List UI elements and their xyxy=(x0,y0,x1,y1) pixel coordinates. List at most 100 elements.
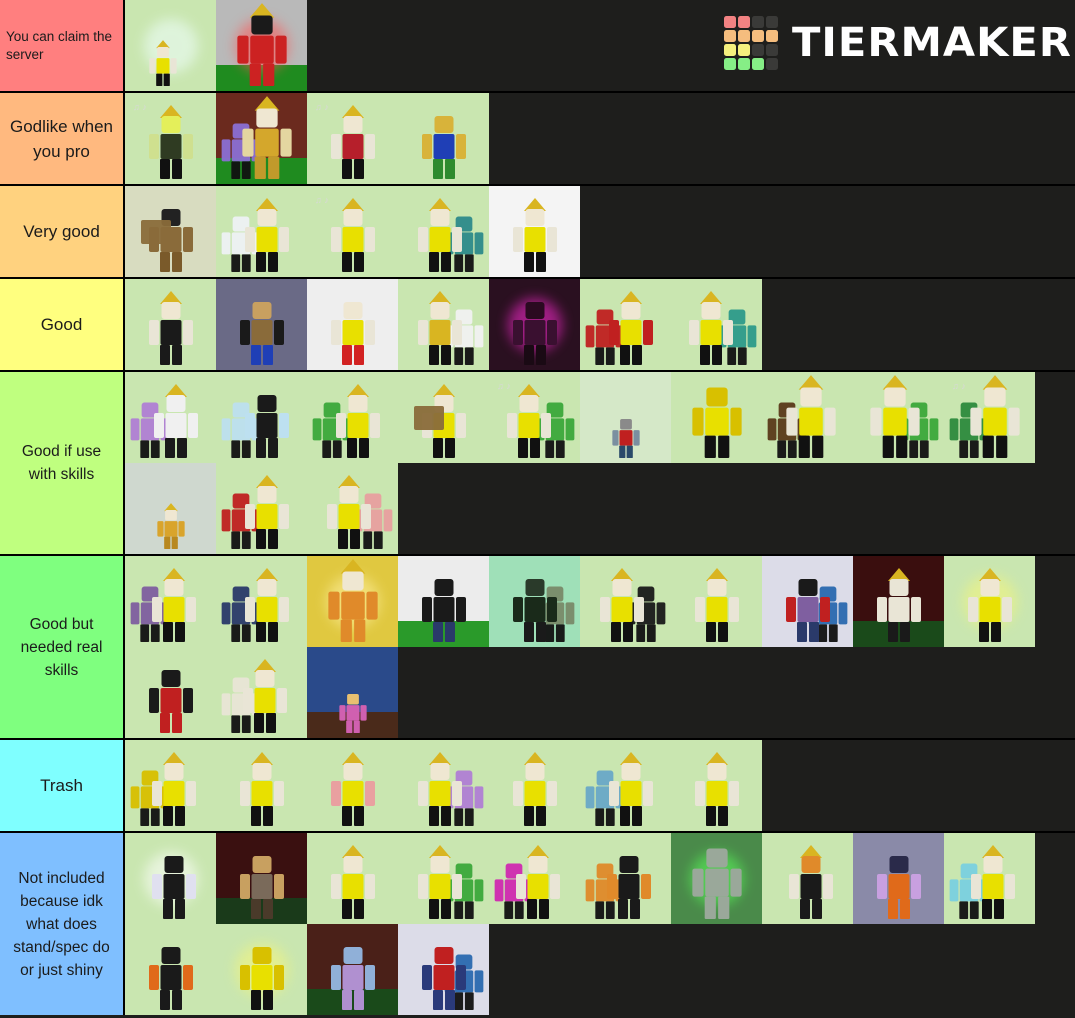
item-claim-1[interactable] xyxy=(125,0,216,91)
item-notinc-10[interactable] xyxy=(944,833,1035,924)
item-skills-13[interactable] xyxy=(307,463,398,554)
item-notinc-4[interactable] xyxy=(398,833,489,924)
item-good-4[interactable] xyxy=(398,279,489,370)
tier-label-tier-good-if-skills[interactable]: Good if use with skills xyxy=(0,372,125,554)
tier-label-tier-good[interactable]: Good xyxy=(0,279,125,370)
tier-label-tier-good-real-skills[interactable]: Good but needed real skills xyxy=(0,556,125,738)
item-good-6[interactable] xyxy=(580,279,671,370)
item-skills-5[interactable]: ♫ ♪ xyxy=(489,372,580,463)
item-verygood-5[interactable] xyxy=(489,186,580,277)
avatar-arm-right xyxy=(474,879,483,902)
avatar-arm-left xyxy=(222,602,231,625)
item-realskills-13[interactable] xyxy=(307,647,398,738)
item-skills-1[interactable] xyxy=(125,372,216,463)
item-notinc-1[interactable] xyxy=(125,833,216,924)
item-realskills-2[interactable] xyxy=(216,556,307,647)
item-verygood-2[interactable] xyxy=(216,186,307,277)
item-trash-2[interactable] xyxy=(216,740,307,831)
item-godlike-1[interactable]: ♫ ♪ xyxy=(125,93,216,184)
item-trash-3[interactable] xyxy=(307,740,398,831)
avatar-arm-left xyxy=(244,413,255,438)
item-skills-12[interactable] xyxy=(216,463,307,554)
item-notinc-11[interactable] xyxy=(125,924,216,1015)
item-notinc-13[interactable] xyxy=(307,924,398,1015)
item-notinc-6[interactable] xyxy=(580,833,671,924)
item-realskills-3[interactable] xyxy=(307,556,398,647)
item-skills-11[interactable] xyxy=(125,463,216,554)
item-good-3[interactable] xyxy=(307,279,398,370)
avatar-torso xyxy=(342,781,363,806)
item-skills-4[interactable] xyxy=(398,372,489,463)
avatar-leg-left xyxy=(504,901,514,919)
item-realskills-6[interactable] xyxy=(580,556,671,647)
tier-label-tier-not-included[interactable]: Not included because idk what does stand… xyxy=(0,833,125,1015)
item-verygood-4[interactable] xyxy=(398,186,489,277)
item-good-2[interactable] xyxy=(216,279,307,370)
avatar-head xyxy=(164,509,177,521)
avatar-arm-right xyxy=(364,781,375,806)
item-trash-4[interactable] xyxy=(398,740,489,831)
item-realskills-5[interactable] xyxy=(489,556,580,647)
item-realskills-4[interactable] xyxy=(398,556,489,647)
item-notinc-9[interactable] xyxy=(853,833,944,924)
tier-items-tier-not-included[interactable] xyxy=(125,833,1075,1015)
item-verygood-3[interactable]: ♫ ♪ xyxy=(307,186,398,277)
item-notinc-3[interactable] xyxy=(307,833,398,924)
tier-items-tier-godlike[interactable]: ♫ ♪ ♫ ♪ xyxy=(125,93,1075,184)
tier-label-tier-godlike[interactable]: Godlike when you pro xyxy=(0,93,125,184)
tier-label-tier-claim-server[interactable]: You can claim the server xyxy=(0,0,125,91)
item-good-5[interactable] xyxy=(489,279,580,370)
item-good-7[interactable] xyxy=(671,279,762,370)
item-skills-9[interactable] xyxy=(853,372,944,463)
item-claim-2[interactable] xyxy=(216,0,307,91)
tier-items-tier-good-if-skills[interactable]: ♫ ♪ ♫ ♪ xyxy=(125,372,1075,554)
tier-items-tier-very-good[interactable]: ♫ ♪ xyxy=(125,186,1075,277)
avatar-arm-right xyxy=(273,965,284,990)
avatar-arm-left xyxy=(691,407,704,436)
item-realskills-11[interactable] xyxy=(125,647,216,738)
item-verygood-1[interactable] xyxy=(125,186,216,277)
item-notinc-2[interactable] xyxy=(216,833,307,924)
item-godlike-2[interactable] xyxy=(216,93,307,184)
tier-items-tier-good-real-skills[interactable] xyxy=(125,556,1075,738)
item-skills-3[interactable] xyxy=(307,372,398,463)
item-notinc-5[interactable] xyxy=(489,833,580,924)
item-notinc-12[interactable] xyxy=(216,924,307,1015)
avatar-arm-right xyxy=(546,227,557,252)
roblox-avatar xyxy=(239,845,285,919)
item-realskills-9[interactable] xyxy=(853,556,944,647)
item-trash-7[interactable] xyxy=(671,740,762,831)
item-skills-7[interactable] xyxy=(671,372,762,463)
avatar-leg-left xyxy=(255,529,266,549)
item-skills-8[interactable] xyxy=(762,372,853,463)
item-notinc-8[interactable] xyxy=(762,833,853,924)
item-realskills-12[interactable] xyxy=(216,647,307,738)
item-realskills-7[interactable] xyxy=(671,556,762,647)
item-trash-1[interactable] xyxy=(125,740,216,831)
item-trash-5[interactable] xyxy=(489,740,580,831)
item-good-1[interactable] xyxy=(125,279,216,370)
item-realskills-8[interactable] xyxy=(762,556,853,647)
item-realskills-1[interactable] xyxy=(125,556,216,647)
item-skills-10[interactable]: ♫ ♪ xyxy=(944,372,1035,463)
item-trash-6[interactable] xyxy=(580,740,671,831)
avatar-arm-left xyxy=(512,227,523,252)
avatar-leg-right xyxy=(440,252,451,272)
avatar-arm-right xyxy=(364,227,375,252)
item-realskills-10[interactable] xyxy=(944,556,1035,647)
tier-items-tier-good[interactable] xyxy=(125,279,1075,370)
tier-items-tier-trash[interactable] xyxy=(125,740,1075,831)
item-notinc-14[interactable] xyxy=(398,924,489,1015)
item-skills-6[interactable] xyxy=(580,372,671,463)
avatar-leg-right xyxy=(175,899,186,919)
avatar-arm-right xyxy=(186,874,197,899)
item-skills-2[interactable] xyxy=(216,372,307,463)
item-notinc-7[interactable] xyxy=(671,833,762,924)
tier-items-tier-claim-server[interactable] xyxy=(125,0,1075,91)
roblox-avatar xyxy=(239,936,285,1010)
avatar-head xyxy=(255,670,275,687)
item-godlike-4[interactable] xyxy=(398,93,489,184)
tier-label-tier-very-good[interactable]: Very good xyxy=(0,186,125,277)
tier-label-tier-trash[interactable]: Trash xyxy=(0,740,125,831)
item-godlike-3[interactable]: ♫ ♪ xyxy=(307,93,398,184)
